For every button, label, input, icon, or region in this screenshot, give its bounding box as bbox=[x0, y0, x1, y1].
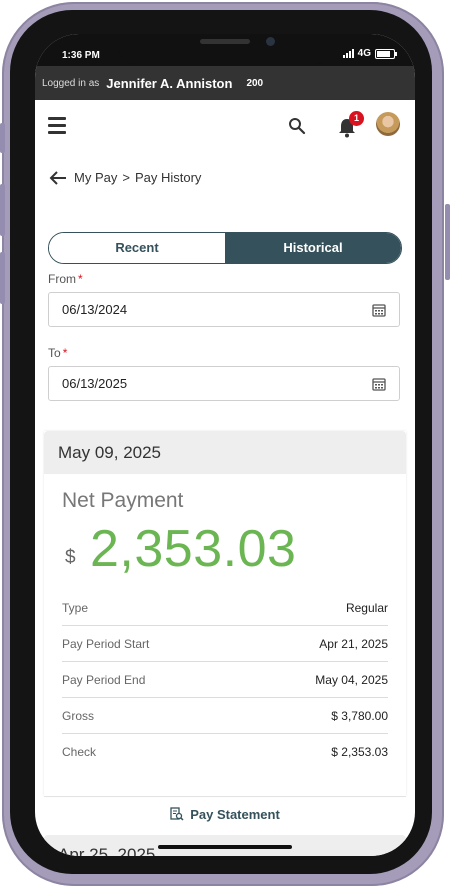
required-mark: * bbox=[62, 346, 68, 360]
statement-icon bbox=[170, 807, 184, 821]
front-camera bbox=[266, 37, 275, 46]
speaker-grille bbox=[200, 39, 250, 44]
required-mark: * bbox=[78, 272, 83, 286]
detail-row: Gross $ 3,780.00 bbox=[62, 698, 388, 734]
breadcrumb-pay-history: Pay History bbox=[134, 170, 202, 185]
payment-details: Type Regular Pay Period Start Apr 21, 2025… bbox=[62, 590, 388, 769]
network-label: 4G bbox=[357, 48, 371, 59]
history-toggle: Recent Historical bbox=[48, 232, 402, 264]
detail-row: Type Regular bbox=[62, 590, 388, 626]
back-arrow-icon[interactable] bbox=[49, 170, 67, 185]
detail-row: Pay Period End May 04, 2025 bbox=[62, 662, 388, 698]
calendar-icon[interactable] bbox=[372, 303, 386, 317]
to-label: To * bbox=[48, 346, 67, 360]
detail-value: May 04, 2025 bbox=[315, 672, 388, 687]
net-payment-label: Net Payment bbox=[62, 489, 184, 512]
tab-historical[interactable]: Historical bbox=[225, 233, 401, 263]
to-date-field[interactable]: 06/13/2025 bbox=[48, 366, 400, 401]
app-screen: 1:36 PM 4G Logged in as Jennifer A. Anni… bbox=[35, 34, 415, 856]
detail-value: $ 3,780.00 bbox=[331, 708, 388, 723]
pay-statement-label: Pay Statement bbox=[190, 806, 280, 822]
detail-row: Check $ 2,353.03 bbox=[62, 734, 388, 769]
detail-label: Gross bbox=[62, 708, 95, 723]
user-name: Jennifer A. Anniston bbox=[106, 75, 233, 91]
side-button bbox=[0, 252, 5, 304]
breadcrumb-separator: > bbox=[122, 170, 130, 185]
detail-value: $ 2,353.03 bbox=[331, 744, 388, 759]
payment-date: May 09, 2025 bbox=[44, 431, 406, 474]
session-bar: Logged in as Jennifer A. Anniston 200 bbox=[35, 66, 415, 100]
breadcrumb-my-pay[interactable]: My Pay bbox=[74, 170, 117, 185]
side-button bbox=[445, 204, 450, 280]
calendar-icon[interactable] bbox=[372, 377, 386, 391]
net-payment-amount: 2,353.03 bbox=[90, 520, 297, 578]
pay-statement-link[interactable]: Pay Statement bbox=[44, 796, 406, 831]
tab-recent[interactable]: Recent bbox=[49, 233, 225, 263]
logged-in-label: Logged in as bbox=[42, 77, 100, 89]
detail-label: Pay Period End bbox=[62, 672, 146, 687]
detail-row: Pay Period Start Apr 21, 2025 bbox=[62, 626, 388, 662]
breadcrumb: My Pay > Pay History bbox=[49, 170, 201, 185]
from-label: From * bbox=[48, 272, 83, 286]
from-label-text: From bbox=[48, 272, 76, 286]
avatar[interactable] bbox=[376, 112, 400, 136]
detail-label: Type bbox=[62, 600, 89, 615]
side-button bbox=[0, 123, 5, 153]
detail-label: Check bbox=[62, 744, 97, 759]
detail-value: Apr 21, 2025 bbox=[319, 636, 388, 651]
notification-badge: 1 bbox=[349, 111, 364, 126]
side-button bbox=[0, 184, 5, 236]
menu-icon[interactable] bbox=[48, 117, 66, 134]
to-label-text: To bbox=[48, 346, 61, 360]
home-indicator bbox=[158, 845, 292, 849]
camera-notch bbox=[118, 34, 333, 64]
notifications-button[interactable]: 1 bbox=[337, 111, 364, 138]
from-date-value: 06/13/2024 bbox=[62, 302, 128, 317]
detail-value: Regular bbox=[345, 600, 388, 615]
payment-card: May 09, 2025 Net Payment $ 2,353.03 Type… bbox=[44, 431, 406, 796]
currency-symbol: $ bbox=[65, 547, 76, 568]
user-code: 200 bbox=[246, 77, 264, 89]
to-date-value: 06/13/2025 bbox=[62, 376, 128, 391]
search-icon[interactable] bbox=[288, 117, 306, 135]
top-nav: 1 bbox=[35, 100, 415, 154]
status-time: 1:36 PM bbox=[62, 50, 100, 61]
signal-icon bbox=[342, 49, 354, 58]
battery-icon bbox=[375, 48, 397, 59]
from-date-field[interactable]: 06/13/2024 bbox=[48, 292, 400, 327]
detail-label: Pay Period Start bbox=[62, 636, 150, 651]
